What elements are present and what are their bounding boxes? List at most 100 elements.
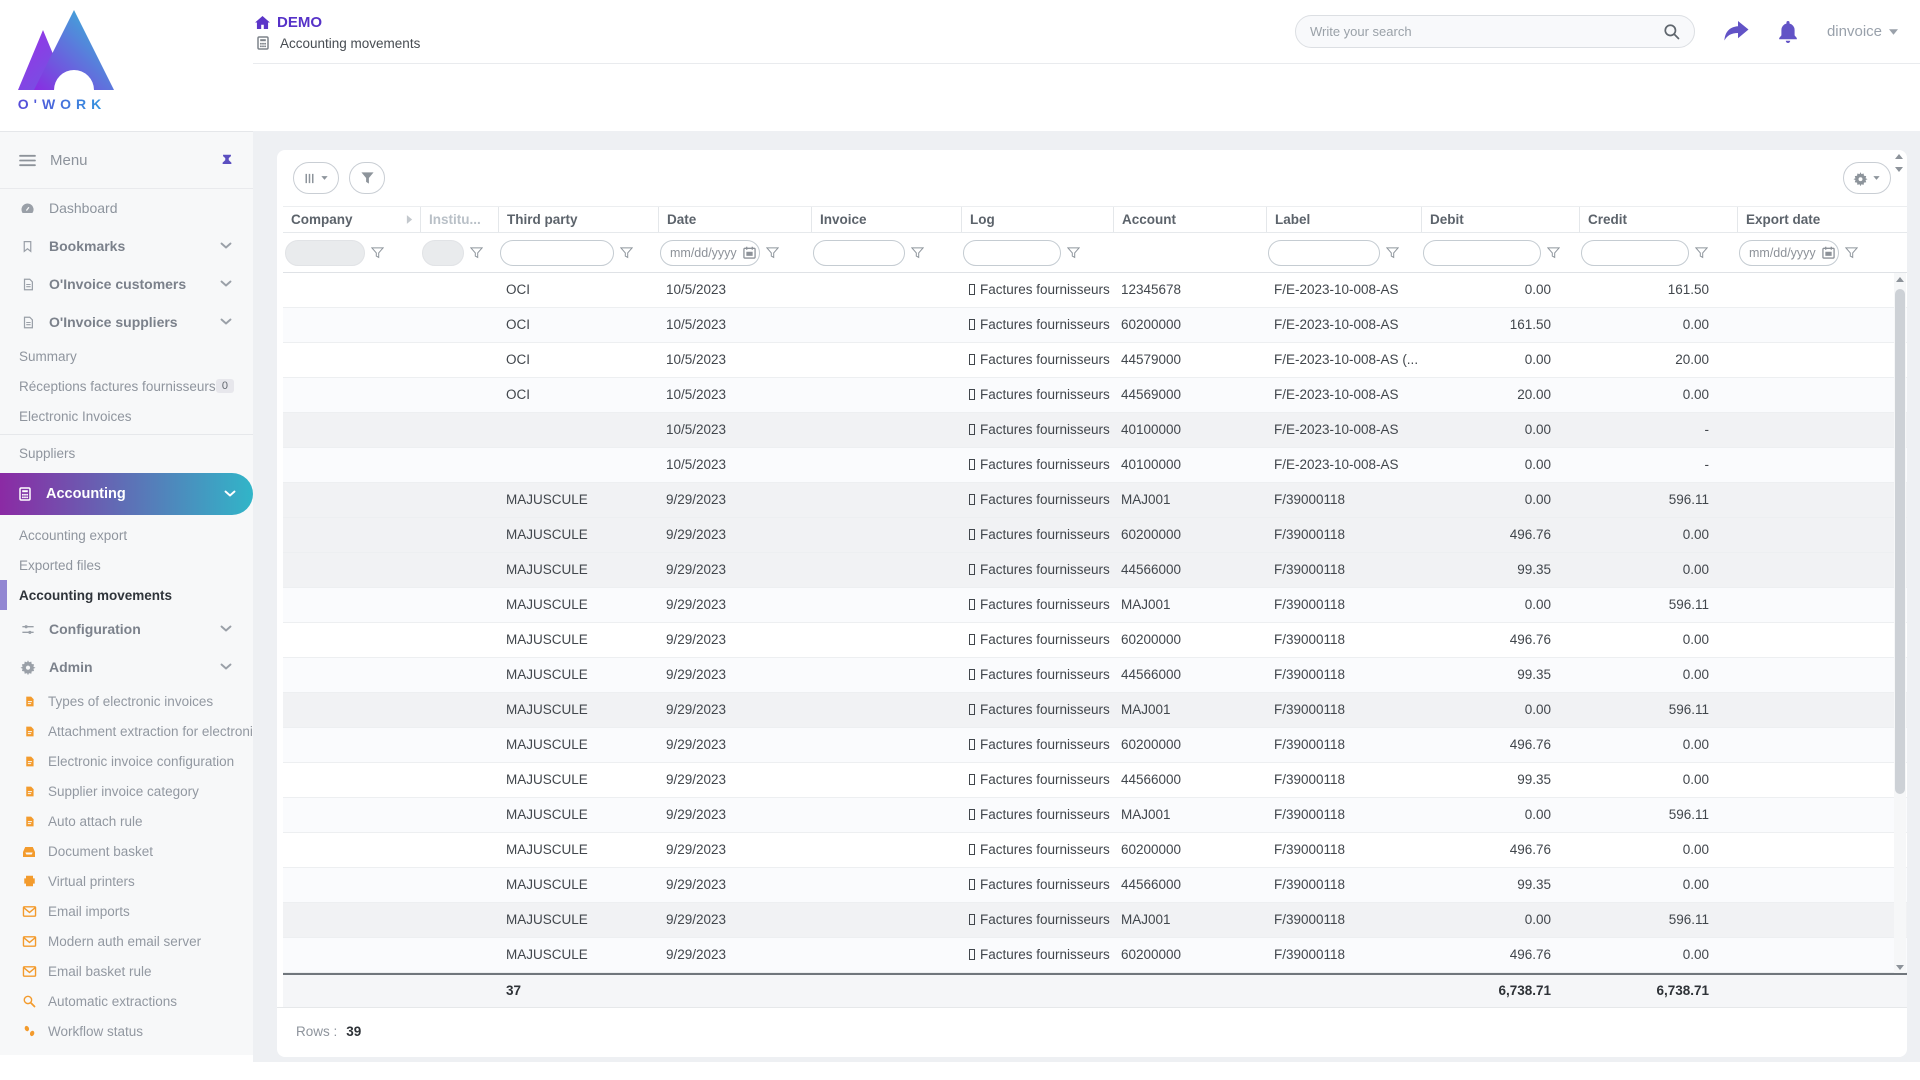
sidebar-item-accounting-export[interactable]: Accounting export bbox=[0, 520, 253, 550]
column-header-debit[interactable]: Debit bbox=[1421, 207, 1579, 232]
table-row[interactable]: MAJUSCULE 9/29/2023 Factures fournisseurs M… bbox=[283, 588, 1907, 623]
log-cell: Factures fournisseurs bbox=[961, 588, 1113, 622]
date-filter-input[interactable]: mm/dd/yyyy bbox=[1739, 239, 1839, 266]
sidebar-item-summary[interactable]: Summary bbox=[0, 341, 253, 371]
table-row[interactable]: MAJUSCULE 9/29/2023 Factures fournisseurs 4… bbox=[283, 763, 1907, 798]
table-row[interactable]: MAJUSCULE 9/29/2023 Factures fournisseurs M… bbox=[283, 798, 1907, 833]
date-cell: 10/5/2023 bbox=[666, 387, 727, 402]
column-header-invoice[interactable]: Invoice bbox=[811, 207, 961, 232]
column-header-label: Third party bbox=[507, 212, 578, 227]
column-header-credit[interactable]: Credit bbox=[1579, 207, 1737, 232]
table-row[interactable]: OCI 10/5/2023 Factures fournisseurs 4457900… bbox=[283, 343, 1907, 378]
columns-button[interactable] bbox=[293, 162, 339, 194]
table-row[interactable]: MAJUSCULE 9/29/2023 Factures fournisseurs 6… bbox=[283, 728, 1907, 763]
filter-input-disabled bbox=[285, 239, 365, 266]
date-filter-input[interactable]: mm/dd/yyyy bbox=[660, 239, 760, 266]
date-cell: 10/5/2023 bbox=[666, 352, 727, 367]
share-icon[interactable] bbox=[1723, 21, 1749, 42]
table-row[interactable]: OCI 10/5/2023 Factures fournisseurs 4456900… bbox=[283, 378, 1907, 413]
notifications-bell-icon[interactable] bbox=[1777, 20, 1799, 43]
sidebar-item-auto-attach-rule[interactable]: Auto attach rule bbox=[0, 806, 253, 836]
column-header-company[interactable]: Company bbox=[283, 207, 398, 232]
expand-cell bbox=[398, 658, 420, 692]
company-cell bbox=[283, 938, 398, 972]
table-row[interactable]: MAJUSCULE 9/29/2023 Factures fournisseurs M… bbox=[283, 483, 1907, 518]
hamburger-menu-icon[interactable] bbox=[19, 154, 36, 167]
sidebar-item-label: Email imports bbox=[48, 903, 130, 919]
sidebar-item-document-basket[interactable]: Document basket bbox=[0, 836, 253, 866]
sidebar-item-configuration[interactable]: Configuration bbox=[0, 610, 253, 648]
column-filter-icon bbox=[1695, 246, 1708, 259]
sidebar-item-virtual-printers[interactable]: Virtual printers bbox=[0, 866, 253, 896]
settings-button[interactable] bbox=[1843, 162, 1891, 194]
table-row[interactable]: OCI 10/5/2023 Factures fournisseurs 6020000… bbox=[283, 308, 1907, 343]
table-row[interactable]: MAJUSCULE 9/29/2023 Factures fournisseurs 4… bbox=[283, 868, 1907, 903]
sidebar-item-bookmarks[interactable]: Bookmarks bbox=[0, 227, 253, 265]
filter-input[interactable] bbox=[813, 239, 905, 266]
sidebar-item-electronic-invoice-configuration[interactable]: Electronic invoice configuration bbox=[0, 746, 253, 776]
sidebar-item-suppliers[interactable]: Suppliers bbox=[0, 438, 253, 468]
search-icon[interactable] bbox=[1663, 23, 1680, 40]
user-menu[interactable]: dinvoice bbox=[1827, 23, 1898, 40]
sidebar-item-modern-auth-email-server[interactable]: Modern auth email server bbox=[0, 926, 253, 956]
expand-cell bbox=[398, 483, 420, 517]
filter-input[interactable] bbox=[1581, 239, 1689, 266]
sidebar-item-o-invoice-customers[interactable]: O'Invoice customers bbox=[0, 265, 253, 303]
sidebar-item-electronic-invoices[interactable]: Electronic Invoices bbox=[0, 401, 253, 431]
column-header-date[interactable]: Date bbox=[658, 207, 811, 232]
filter-button[interactable] bbox=[349, 162, 385, 194]
column-header-export-date[interactable]: Export date bbox=[1737, 207, 1887, 232]
table-row[interactable]: 10/5/2023 Factures fournisseurs 40100000 F/… bbox=[283, 448, 1907, 483]
table-row[interactable]: MAJUSCULE 9/29/2023 Factures fournisseurs 4… bbox=[283, 553, 1907, 588]
label-cell: F/E-2023-10-008-AS bbox=[1274, 317, 1399, 332]
sidebar-menu-header[interactable]: Menu bbox=[0, 132, 253, 189]
export-date-cell bbox=[1737, 658, 1887, 692]
column-header-third-party[interactable]: Third party bbox=[498, 207, 658, 232]
sidebar-item-supplier-invoice-category[interactable]: Supplier invoice category bbox=[0, 776, 253, 806]
table-row[interactable]: MAJUSCULE 9/29/2023 Factures fournisseurs M… bbox=[283, 693, 1907, 728]
table-row[interactable]: MAJUSCULE 9/29/2023 Factures fournisseurs 6… bbox=[283, 623, 1907, 658]
footer-cell bbox=[283, 975, 398, 1007]
table-row[interactable]: MAJUSCULE 9/29/2023 Factures fournisseurs 4… bbox=[283, 658, 1907, 693]
filter-input[interactable] bbox=[1423, 239, 1541, 266]
log-glyph-icon bbox=[969, 739, 975, 750]
table-row[interactable]: MAJUSCULE 9/29/2023 Factures fournisseurs 6… bbox=[283, 833, 1907, 868]
sidebar-item-admin[interactable]: Admin bbox=[0, 648, 253, 686]
column-header-label[interactable]: Label bbox=[1266, 207, 1421, 232]
filter-input[interactable] bbox=[1268, 239, 1380, 266]
table-row[interactable]: OCI 10/5/2023 Factures fournisseurs 1234567… bbox=[283, 273, 1907, 308]
column-header-account[interactable]: Account bbox=[1113, 207, 1266, 232]
global-search[interactable] bbox=[1294, 15, 1695, 48]
sidebar-item-o-invoice-suppliers[interactable]: O'Invoice suppliers bbox=[0, 303, 253, 341]
column-header-log[interactable]: Log bbox=[961, 207, 1113, 232]
table-row[interactable]: 10/5/2023 Factures fournisseurs 40100000 F/… bbox=[283, 413, 1907, 448]
filter-cell-log bbox=[961, 239, 1113, 266]
sidebar-item-attachment-extraction-for-electroni[interactable]: Attachment extraction for electroni bbox=[0, 716, 253, 746]
footer-cell bbox=[811, 975, 961, 1007]
sidebar-item-accounting-movements[interactable]: Accounting movements bbox=[0, 580, 253, 610]
sidebar-item-exported-files[interactable]: Exported files bbox=[0, 550, 253, 580]
footer-scroll-arrows[interactable] bbox=[1895, 154, 1903, 995]
filter-input[interactable] bbox=[963, 239, 1061, 266]
table-row[interactable]: MAJUSCULE 9/29/2023 Factures fournisseurs 6… bbox=[283, 518, 1907, 553]
date-cell: 9/29/2023 bbox=[666, 667, 727, 682]
export-date-cell bbox=[1737, 588, 1887, 622]
column-header-institu[interactable]: Institu... bbox=[420, 207, 498, 232]
table-row[interactable]: MAJUSCULE 9/29/2023 Factures fournisseurs M… bbox=[283, 903, 1907, 938]
filter-input[interactable] bbox=[500, 239, 614, 266]
expand-cell bbox=[398, 553, 420, 587]
sidebar-item-automatic-extractions[interactable]: Automatic extractions bbox=[0, 986, 253, 1016]
third-party-cell bbox=[498, 448, 658, 482]
sidebar-item-r-ceptions-factures-fournisseurs[interactable]: Réceptions factures fournisseurs 0 bbox=[0, 371, 253, 401]
sidebar-item-email-imports[interactable]: Email imports bbox=[0, 896, 253, 926]
column-expand-header[interactable] bbox=[398, 207, 420, 232]
search-input[interactable] bbox=[1309, 24, 1663, 39]
sidebar-item-types-of-electronic-invoices[interactable]: Types of electronic invoices bbox=[0, 686, 253, 716]
pin-icon[interactable] bbox=[220, 153, 234, 167]
sidebar-item-email-basket-rule[interactable]: Email basket rule bbox=[0, 956, 253, 986]
sidebar-item-dashboard[interactable]: Dashboard bbox=[0, 189, 253, 227]
third-party-cell: MAJUSCULE bbox=[506, 912, 588, 927]
sidebar-item-accounting[interactable]: Accounting bbox=[0, 473, 253, 515]
sidebar-item-workflow-status[interactable]: Workflow status bbox=[0, 1016, 253, 1046]
table-row[interactable]: MAJUSCULE 9/29/2023 Factures fournisseurs 6… bbox=[283, 938, 1907, 973]
